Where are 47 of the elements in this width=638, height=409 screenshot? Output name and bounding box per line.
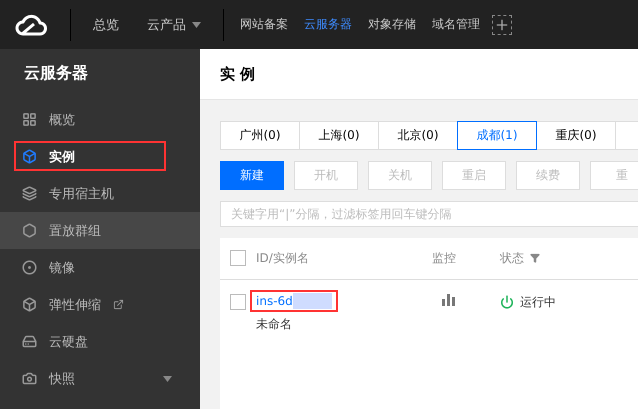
sidebar-item[interactable]: 快照 — [0, 360, 200, 397]
add-icon[interactable] — [492, 14, 512, 34]
region-tab[interactable]: 北京(0) — [378, 121, 458, 150]
cloud-logo-icon[interactable] — [14, 12, 48, 36]
region-tab[interactable]: 广州(0) — [220, 121, 300, 150]
bar-chart-icon[interactable] — [442, 294, 456, 306]
status-text: 运行中 — [520, 294, 556, 311]
instance-name: 未命名 — [256, 316, 293, 333]
select-all-checkbox[interactable] — [230, 250, 246, 266]
caret-icon — [192, 22, 201, 28]
instance-id-link[interactable]: ins-6d — [256, 294, 293, 308]
region-tab[interactable]: 上海(0) — [299, 121, 379, 150]
sidebar-item[interactable]: 专用宿主机 — [0, 175, 200, 212]
sidebar-item[interactable]: 云硬盘 — [0, 323, 200, 360]
nav-link[interactable]: 对象存储 — [360, 16, 424, 33]
caret-icon — [163, 376, 172, 382]
action-button[interactable]: 新建 — [220, 161, 284, 190]
sidebar-item[interactable]: 概览 — [0, 101, 200, 138]
hexagon-icon — [22, 223, 37, 238]
nav-link[interactable]: 云服务器 — [296, 16, 360, 33]
power-icon — [500, 295, 514, 310]
nav-item[interactable]: 云产品 — [133, 16, 215, 34]
column-header: 监控 — [432, 250, 456, 267]
sidebar-item[interactable]: 置放群组 — [0, 212, 200, 249]
cube-icon — [22, 149, 37, 164]
external-link-icon — [113, 299, 124, 310]
filter-icon[interactable] — [530, 253, 540, 264]
camera-icon — [22, 371, 37, 386]
grid-icon — [22, 112, 37, 127]
search-field[interactable]: 关键字用“|”分隔，过滤标签用回车键分隔 — [220, 201, 638, 227]
column-header: ID/实例名 — [256, 250, 309, 267]
page-title: 实 例 — [220, 64, 256, 84]
cube-icon — [22, 297, 37, 312]
nav-link[interactable]: 网站备案 — [232, 16, 296, 33]
nav-item[interactable]: 总览 — [79, 16, 133, 34]
region-tab[interactable]: 重庆(0) — [536, 121, 616, 150]
layers-icon — [22, 186, 37, 201]
sidebar-title: 云服务器 — [23, 62, 89, 84]
nav-link[interactable]: 域名管理 — [424, 16, 488, 33]
drive-icon — [22, 334, 37, 349]
row-checkbox[interactable] — [230, 294, 246, 310]
sidebar-item[interactable]: 弹性伸缩 — [0, 286, 200, 323]
sidebar-item[interactable]: 镜像 — [0, 249, 200, 286]
region-tab[interactable]: 成都(1) — [457, 121, 537, 150]
sidebar-item[interactable]: 实例 — [0, 138, 200, 175]
disc-icon — [22, 260, 37, 275]
column-header: 状态 — [500, 250, 524, 267]
